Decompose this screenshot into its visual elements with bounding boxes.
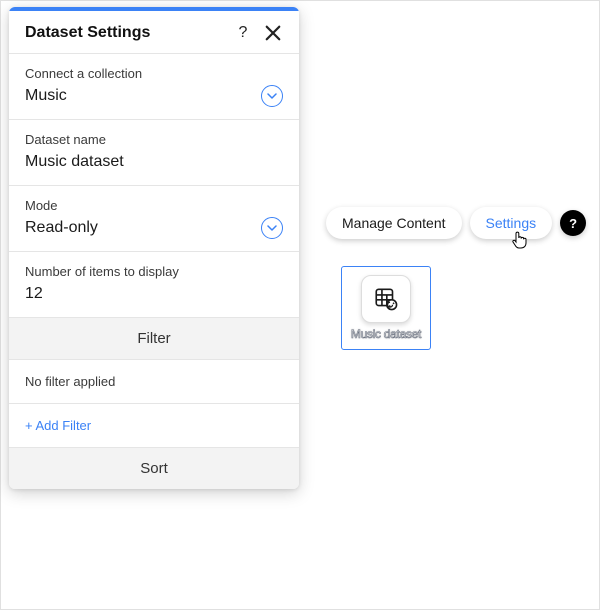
add-filter-link[interactable]: + Add Filter [9, 404, 299, 448]
collection-value: Music [25, 87, 283, 105]
items-count-label: Number of items to display [25, 264, 283, 279]
dataset-name-input[interactable]: Music dataset [25, 153, 283, 171]
collection-label: Connect a collection [25, 66, 283, 81]
filter-status-text: No filter applied [9, 360, 299, 404]
chevron-down-icon[interactable] [261, 85, 283, 107]
dataset-canvas-label: Music dataset [342, 327, 430, 341]
mode-label: Mode [25, 198, 283, 213]
mode-value: Read-only [25, 219, 283, 237]
section-dataset-name: Dataset name Music dataset [9, 120, 299, 186]
items-count-input[interactable]: 12 [25, 285, 283, 303]
sort-section-header[interactable]: Sort [9, 448, 299, 489]
settings-button[interactable]: Settings [470, 207, 553, 239]
dataset-name-label: Dataset name [25, 132, 283, 147]
panel-header: Dataset Settings ? [9, 11, 299, 54]
dataset-settings-panel: Dataset Settings ? Connect a collection … [9, 7, 299, 489]
element-toolbar: Manage Content Settings ? [326, 207, 586, 239]
manage-content-button[interactable]: Manage Content [326, 207, 462, 239]
close-icon[interactable] [263, 23, 283, 43]
chevron-down-icon[interactable] [261, 217, 283, 239]
mode-dropdown[interactable]: Read-only [25, 219, 283, 237]
toolbar-help-icon[interactable]: ? [560, 210, 586, 236]
filter-section-header[interactable]: Filter [9, 318, 299, 360]
section-collection: Connect a collection Music [9, 54, 299, 120]
help-icon[interactable]: ? [233, 23, 253, 43]
dataset-icon [361, 275, 411, 323]
section-mode: Mode Read-only [9, 186, 299, 252]
panel-title: Dataset Settings [25, 24, 223, 42]
collection-dropdown[interactable]: Music [25, 87, 283, 105]
section-items-count: Number of items to display 12 [9, 252, 299, 318]
dataset-canvas-element[interactable]: Music dataset [341, 266, 431, 350]
